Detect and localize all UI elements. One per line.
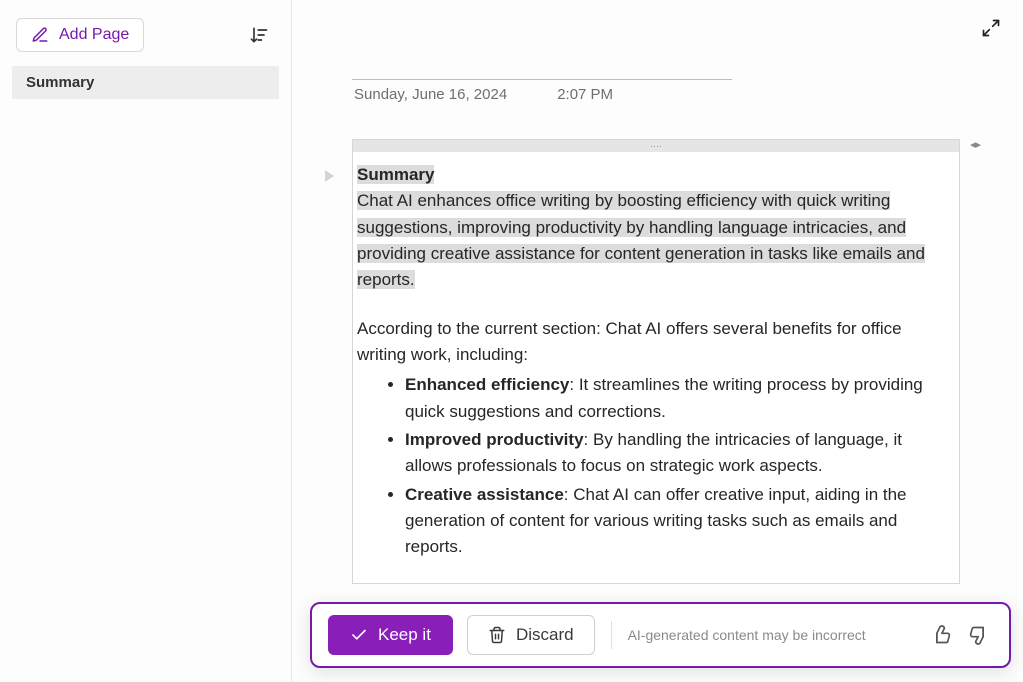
title-block: Sunday, June 16, 2024 2:07 PM ···· ◂▸ — [352, 46, 1003, 584]
thumbs-up-icon — [931, 625, 951, 645]
summary-heading: Summary — [357, 165, 434, 184]
bullet-title: Creative assistance — [405, 485, 564, 504]
summary-text: Chat AI enhances office writing by boost… — [357, 191, 925, 289]
add-page-label: Add Page — [59, 26, 129, 44]
divider — [611, 621, 612, 649]
list-item: Enhanced efficiency: It streamlines the … — [405, 372, 945, 425]
ai-disclaimer: AI-generated content may be incorrect — [628, 627, 913, 643]
check-icon — [350, 626, 368, 644]
add-page-button[interactable]: Add Page — [16, 18, 144, 52]
page-list: Summary — [12, 66, 279, 99]
main-content: Sunday, June 16, 2024 2:07 PM ···· ◂▸ — [292, 0, 1023, 682]
bullet-list: Enhanced efficiency: It streamlines the … — [357, 372, 945, 560]
bullet-title: Enhanced efficiency — [405, 375, 569, 394]
list-item: Creative assistance: Chat AI can offer c… — [405, 482, 945, 561]
app-root: Add Page Summary — [0, 0, 1023, 682]
feedback-group — [927, 621, 993, 649]
note-date: Sunday, June 16, 2024 — [354, 86, 507, 103]
keep-button[interactable]: Keep it — [328, 615, 453, 655]
keep-label: Keep it — [378, 625, 431, 645]
bullet-title: Improved productivity — [405, 430, 584, 449]
sort-icon — [249, 25, 269, 45]
note-drag-handle[interactable]: ···· ◂▸ — [353, 140, 959, 152]
discard-button[interactable]: Discard — [467, 615, 595, 655]
sidebar: Add Page Summary — [0, 0, 292, 682]
expand-icon — [981, 18, 1001, 38]
note-body[interactable]: Summary Chat AI enhances office writing … — [353, 152, 959, 583]
page-title-input[interactable] — [352, 46, 732, 80]
note-marker-icon — [322, 167, 340, 185]
ai-action-bar: Keep it Discard AI-generated content may… — [310, 602, 1011, 668]
note-time: 2:07 PM — [557, 86, 613, 103]
edit-icon — [31, 26, 49, 44]
sidebar-header: Add Page — [12, 18, 279, 52]
expand-button[interactable] — [981, 18, 1001, 38]
note-container[interactable]: ···· ◂▸ Summary Chat AI enhances office … — [352, 139, 960, 584]
trash-icon — [488, 626, 506, 644]
thumbs-up-button[interactable] — [927, 621, 955, 649]
note-resize-handle[interactable]: ◂▸ — [970, 139, 981, 151]
section-intro: According to the current section: Chat A… — [357, 316, 945, 369]
page-item-label: Summary — [26, 74, 94, 91]
date-row: Sunday, June 16, 2024 2:07 PM — [352, 86, 963, 103]
sort-button[interactable] — [243, 19, 275, 51]
thumbs-down-button[interactable] — [965, 621, 993, 649]
thumbs-down-icon — [969, 625, 989, 645]
list-item: Improved productivity: By handling the i… — [405, 427, 945, 480]
note-outer: ···· ◂▸ Summary Chat AI enhances office … — [352, 139, 963, 584]
discard-label: Discard — [516, 625, 574, 645]
page-item-summary[interactable]: Summary — [12, 66, 279, 99]
